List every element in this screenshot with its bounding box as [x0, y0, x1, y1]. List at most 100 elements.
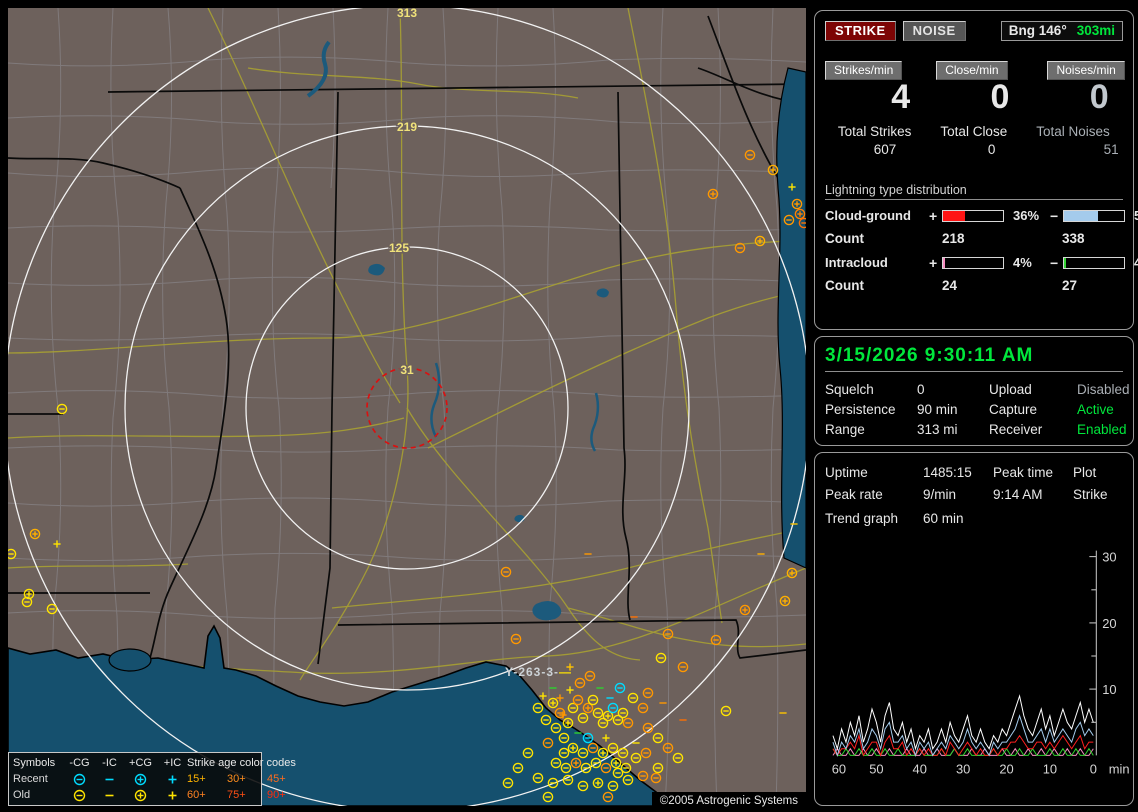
app-window: 313 219 125 31 Y-263-3-— Symbols -CG -IC…	[0, 0, 1138, 812]
minus-icon	[96, 773, 123, 786]
trend-x-labels: 60 50 40 30 20 10 0 min	[832, 761, 1130, 776]
svg-text:40: 40	[913, 761, 927, 776]
count-label: Count	[825, 231, 929, 246]
trend-axis	[1089, 551, 1096, 756]
peak-rate-label: Peak rate	[825, 487, 923, 502]
age-code-60: 60+	[187, 790, 227, 801]
minus-sign: −	[1050, 255, 1063, 271]
bearing-value: Bng 146°	[1009, 23, 1067, 38]
total-strikes-value: 607	[825, 142, 924, 157]
uptime-value: 1485:15	[923, 465, 993, 480]
trend-graph-label: Trend graph	[825, 511, 923, 526]
svg-text:50: 50	[869, 761, 883, 776]
range-value: 313 mi	[917, 422, 989, 437]
count-label: Count	[825, 278, 929, 293]
ic-minus-pct: 4%	[1129, 255, 1138, 270]
legend-col-neg-cg: -CG	[63, 758, 96, 769]
trend-box: Uptime 1485:15 Peak time Plot Peak rate …	[814, 452, 1134, 806]
strike-mode-button[interactable]: STRIKE	[825, 21, 896, 41]
session-grid: Uptime 1485:15 Peak time Plot Peak rate …	[825, 465, 1123, 502]
legend-col-pos-ic: +IC	[158, 758, 187, 769]
cg-minus-bar	[1063, 210, 1125, 222]
total-close-label: Total Close	[924, 124, 1023, 139]
age-code-90: 90+	[267, 790, 305, 801]
trend-line-positive-IC	[833, 749, 1093, 756]
receiver-value: Enabled	[1077, 422, 1130, 437]
ring-label-125: 125	[389, 241, 409, 255]
capture-label: Capture	[989, 402, 1077, 417]
minus-icon	[96, 789, 123, 802]
legend-row-recent-label: Recent	[13, 774, 63, 785]
plus-icon	[158, 789, 187, 802]
total-noises-value: 51	[1023, 142, 1122, 157]
age-code-45: 45+	[267, 774, 305, 785]
receiver-label: Receiver	[989, 422, 1077, 437]
distribution-title: Lightning type distribution	[825, 183, 1123, 200]
trend-line-positive-CG	[833, 736, 1093, 756]
legend-symbols-header: Symbols	[13, 758, 63, 769]
persistence-label: Persistence	[825, 402, 917, 417]
trend-y-labels: 30 20 10	[1102, 550, 1116, 697]
svg-text:30: 30	[1102, 550, 1116, 565]
copyright-notice: ©2005 Astrogenic Systems	[652, 792, 806, 812]
cg-plus-pct: 36%	[1008, 208, 1050, 223]
ic-minus-bar	[1063, 257, 1125, 269]
legend-col-neg-ic: -IC	[96, 758, 123, 769]
uptime-label: Uptime	[825, 465, 923, 480]
intracloud-row: Intracloud + 4% − 4%	[825, 255, 1123, 271]
total-close-value: 0	[924, 142, 1023, 157]
bearing-readout: Bng 146° 303mi	[1001, 21, 1123, 41]
total-counters: Total Strikes 607 Total Close 0 Total No…	[825, 124, 1123, 157]
map-canvas: 313 219 125 31 Y-263-3-—	[8, 8, 806, 806]
noise-mode-button[interactable]: NOISE	[903, 21, 966, 41]
svg-text:30: 30	[956, 761, 970, 776]
ring-label-313: 313	[397, 8, 417, 20]
cg-plus-count: 218	[942, 231, 1062, 246]
age-code-75: 75+	[227, 790, 267, 801]
circle-plus-icon	[123, 773, 158, 786]
squelch-label: Squelch	[825, 382, 917, 397]
age-code-30: 30+	[227, 774, 267, 785]
trend-series	[833, 696, 1093, 755]
persistence-value: 90 min	[917, 402, 989, 417]
counters-box: STRIKE NOISE Bng 146° 303mi Strikes/min 4…	[814, 10, 1134, 330]
distance-value: 303mi	[1077, 23, 1115, 38]
trend-setting: Trend graph 60 min	[825, 511, 1123, 526]
svg-text:60: 60	[832, 761, 846, 776]
ring-label-219: 219	[397, 120, 417, 134]
datetime-display: 3/15/2026 9:30:11 AM	[825, 345, 1123, 372]
cg-plus-bar	[942, 210, 1004, 222]
cg-minus-count: 338	[1062, 231, 1138, 246]
plus-icon	[158, 773, 187, 786]
peak-rate-value: 9/min	[923, 487, 993, 502]
storm-cell-label: Y-263-3-—	[505, 665, 572, 679]
plot-value: Strike	[1073, 487, 1123, 502]
ic-plus-bar	[942, 257, 1004, 269]
rate-counters: Strikes/min 4 Close/min 0 Noises/min 0	[825, 61, 1123, 116]
total-noises-label: Total Noises	[1023, 124, 1122, 139]
upload-label: Upload	[989, 382, 1077, 397]
cloud-ground-count-row: Count 218 338	[825, 231, 1123, 246]
age-code-15: 15+	[187, 774, 227, 785]
intracloud-label: Intracloud	[825, 255, 929, 270]
noises-per-min-value: 0	[1023, 80, 1122, 116]
svg-text:10: 10	[1043, 761, 1057, 776]
lightning-map[interactable]: 313 219 125 31 Y-263-3-— Symbols -CG -IC…	[8, 8, 806, 806]
circle-minus-icon	[63, 789, 96, 802]
legend-col-pos-cg: +CG	[123, 758, 158, 769]
range-label: Range	[825, 422, 917, 437]
svg-text:10: 10	[1102, 682, 1116, 697]
cloud-ground-label: Cloud-ground	[825, 208, 929, 223]
cloud-ground-row: Cloud-ground + 36% − 56%	[825, 208, 1123, 224]
svg-text:20: 20	[1102, 616, 1116, 631]
ring-label-31: 31	[400, 363, 414, 377]
trend-graph: 30 20 10 60 50 40 30 20 10 0 min	[825, 528, 1138, 784]
svg-text:min: min	[1109, 761, 1130, 776]
peak-time-value: 9:14 AM	[993, 487, 1073, 502]
close-per-min-value: 0	[924, 80, 1023, 116]
status-grid: Squelch 0 Upload Disabled Persistence 90…	[825, 382, 1123, 437]
legend-row-old-label: Old	[13, 790, 63, 801]
upload-value: Disabled	[1077, 382, 1130, 397]
noises-per-min-button[interactable]: Noises/min	[1047, 61, 1124, 80]
minus-sign: −	[1050, 208, 1063, 224]
